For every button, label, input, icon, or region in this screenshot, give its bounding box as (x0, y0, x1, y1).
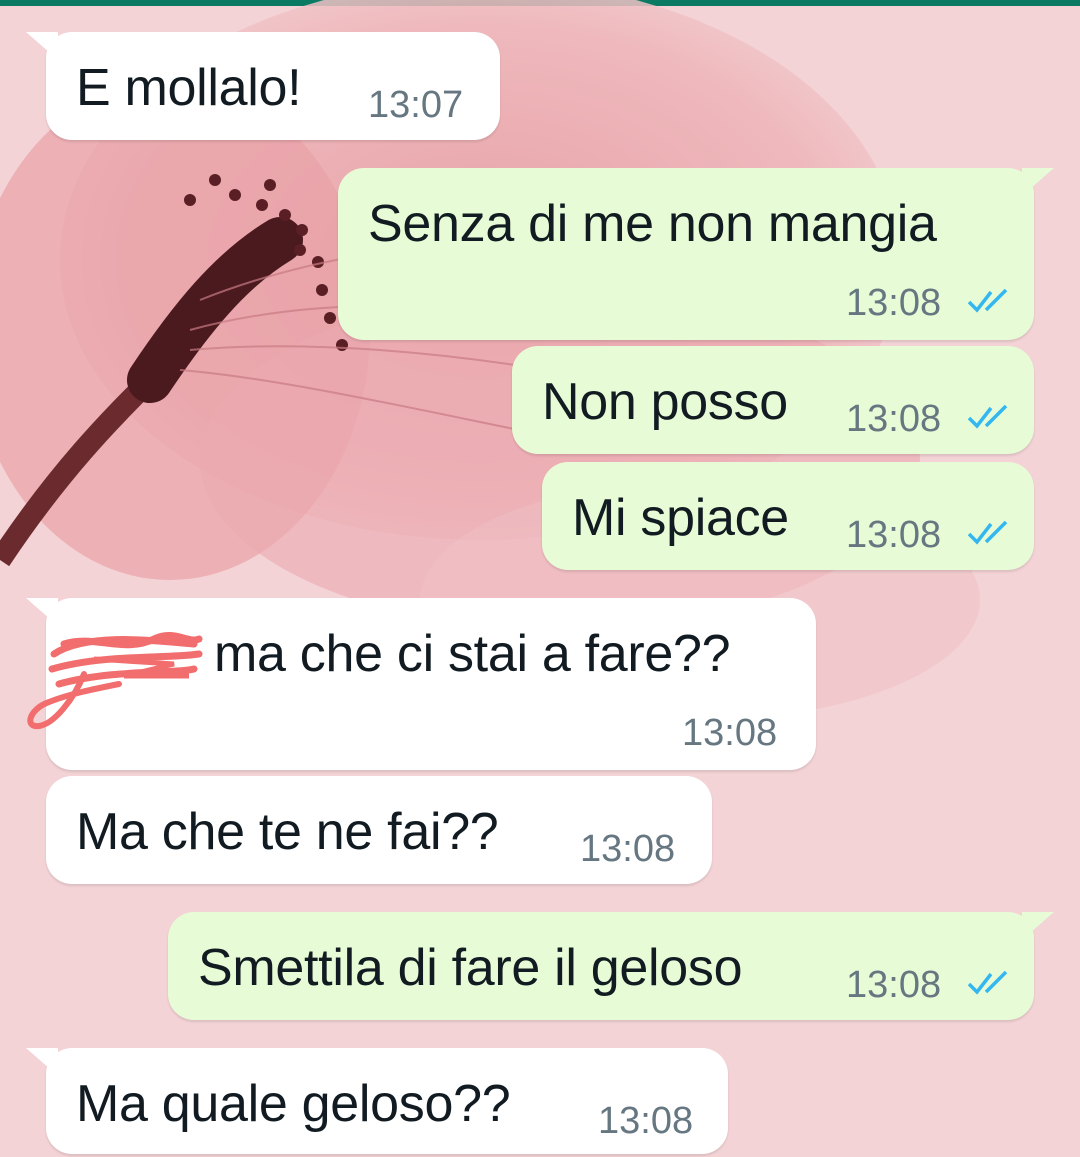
message-time: 13:08 (846, 964, 942, 1006)
message-time: 13:08 (598, 1100, 694, 1142)
double-check-icon (967, 970, 1008, 995)
message-bubble-incoming[interactable]: Ma che te ne fai?? 13:08 (46, 776, 712, 884)
message-text: Smettila di fare il geloso (198, 939, 743, 997)
double-check-icon (967, 404, 1008, 429)
message-text: Ma che te ne fai?? (76, 803, 499, 861)
message-text: Senza di me non mangia (368, 195, 937, 253)
message-bubble-outgoing[interactable]: Non posso 13:08 (512, 346, 1034, 454)
message-time: 13:08 (846, 514, 942, 556)
message-bubble-outgoing[interactable]: Smettila di fare il geloso 13:08 (168, 912, 1054, 1020)
message-text: Ma quale geloso?? (76, 1075, 511, 1133)
message-bubble-incoming[interactable]: Ma quale geloso?? 13:08 (26, 1048, 728, 1154)
bubble-tail (26, 1048, 58, 1076)
redaction-scribble (27, 631, 203, 730)
message-time: 13:08 (846, 282, 942, 324)
message-text: E mollalo! (76, 59, 302, 117)
message-text: Mi spiace (572, 489, 789, 547)
message-text: ma che ci stai a fare?? (214, 625, 731, 683)
double-check-icon (967, 520, 1008, 545)
bubble-tail (1022, 168, 1054, 196)
double-check-icon (967, 288, 1008, 313)
bubble-tail (1022, 912, 1054, 940)
message-bubble-incoming[interactable]: ma che ci stai a fare?? 13:08 (26, 598, 816, 770)
message-text: Non posso (542, 373, 788, 431)
bubble-tail (26, 32, 58, 60)
message-time: 13:08 (682, 712, 778, 754)
message-time: 13:08 (580, 828, 676, 870)
message-bubble-outgoing[interactable]: Senza di me non mangia 13:08 (338, 168, 1054, 340)
message-time: 13:08 (846, 398, 942, 440)
message-bubble-incoming[interactable]: E mollalo! 13:07 (26, 32, 500, 140)
message-bubble-outgoing[interactable]: Mi spiace 13:08 (542, 462, 1034, 570)
message-time: 13:07 (368, 84, 464, 126)
